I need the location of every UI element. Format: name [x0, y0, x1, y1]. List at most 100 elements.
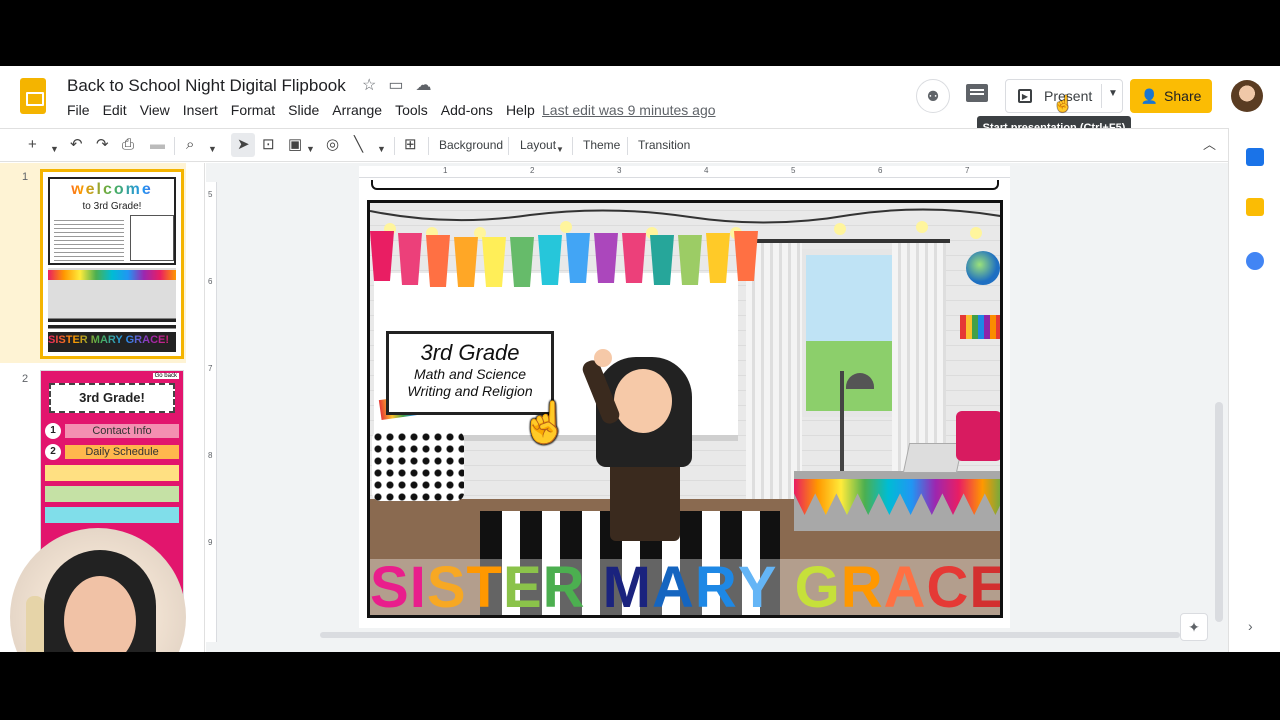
menu-view[interactable]: View — [140, 102, 170, 118]
cloud-icon[interactable]: ☁ — [415, 77, 431, 95]
avatar[interactable] — [1231, 80, 1263, 112]
paint-format-icon[interactable]: ▬ — [150, 136, 165, 154]
thumb-menu-item-3 — [45, 465, 179, 481]
tasks-icon[interactable] — [1246, 252, 1264, 270]
theme-button[interactable]: Theme — [583, 138, 620, 152]
desk-lamp-stand — [840, 371, 844, 471]
chevron-down-icon[interactable]: ▼ — [1108, 88, 1118, 99]
calendar-icon[interactable] — [1246, 148, 1264, 166]
toolbar-divider — [627, 137, 628, 155]
layout-dropdown-icon[interactable]: ▼ — [556, 141, 564, 159]
transition-button[interactable]: Transition — [638, 138, 690, 152]
slide-canvas[interactable]: 3rd Grade Math and Science Writing and R… — [359, 178, 1010, 628]
zoom-icon[interactable]: ⌕ — [186, 136, 194, 154]
name-letter: A — [883, 555, 927, 618]
new-slide-dropdown-icon[interactable]: ▼ — [50, 140, 59, 158]
line-dropdown-icon[interactable]: ▼ — [377, 140, 386, 158]
background-button[interactable]: Background — [439, 138, 503, 152]
pointing-hand-icon[interactable]: ☝ — [520, 399, 570, 446]
laptop-image — [902, 443, 964, 473]
line-icon[interactable]: ╲ — [354, 136, 363, 154]
share-button[interactable]: 👤 Share — [1130, 79, 1212, 113]
keep-icon[interactable] — [1246, 198, 1264, 216]
zoom-dropdown-icon[interactable]: ▼ — [208, 140, 217, 158]
slide-number-1: 1 — [22, 171, 29, 183]
title-actions: ☆ ▭ ☁ — [362, 77, 431, 95]
name-letter: S — [426, 555, 467, 618]
last-edit-link[interactable]: Last edit was 9 minutes ago — [542, 102, 716, 118]
image-dropdown-icon[interactable]: ▼ — [306, 140, 315, 158]
ruler-mark: 3 — [617, 166, 622, 175]
present-icon: ▶ — [1018, 89, 1032, 103]
menu-edit[interactable]: Edit — [103, 102, 127, 118]
ruler-mark: 7 — [208, 364, 213, 373]
text-box-icon[interactable]: ⊡ — [262, 136, 275, 154]
toolbar: + ▼ ↶ ↷ ⎙ ▬ ⌕ ▼ ➤ ⊡ ▣ ▼ ◎ ╲ ▼ ⊞ Backgrou… — [0, 128, 1228, 162]
menu-help[interactable]: Help — [506, 102, 535, 118]
name-letter: R — [840, 555, 884, 618]
teacher-name-title: SISTER MARY GRACE! — [370, 555, 1000, 618]
ruler-mark: 5 — [208, 190, 213, 199]
ruler-mark: 8 — [208, 451, 213, 460]
toolbar-divider — [508, 137, 509, 155]
comment-history-icon[interactable] — [966, 84, 988, 102]
ruler-mark: 2 — [530, 166, 535, 175]
horizontal-scrollbar[interactable] — [320, 632, 1180, 638]
redo-icon[interactable]: ↷ — [96, 136, 109, 154]
name-letter: M — [602, 555, 652, 618]
name-letter — [777, 557, 794, 615]
toolbar-divider — [572, 137, 573, 155]
print-icon[interactable]: ⎙ — [122, 136, 134, 154]
globe-image — [966, 251, 1000, 285]
folder-icon[interactable]: ▭ — [388, 77, 403, 95]
name-letter: T — [466, 555, 503, 618]
menu-tools[interactable]: Tools — [395, 102, 428, 118]
name-letter: C — [926, 555, 970, 618]
shape-icon[interactable]: ◎ — [326, 136, 339, 154]
side-panel — [1228, 128, 1280, 652]
vertical-scrollbar[interactable] — [1215, 402, 1223, 622]
undo-icon[interactable]: ↶ — [70, 136, 83, 154]
menu-file[interactable]: File — [67, 102, 90, 118]
name-letter: E — [969, 557, 1000, 616]
name-letter: Y — [737, 555, 778, 618]
toolbar-divider — [394, 137, 395, 155]
chevron-right-icon[interactable]: › — [1248, 618, 1253, 634]
thumb-menu-item: 1 Contact Info — [45, 423, 179, 439]
slide-thumbnail-1[interactable]: welcome to 3rd Grade! SISTER MARY GRACE! — [40, 169, 184, 359]
menu-insert[interactable]: Insert — [183, 102, 218, 118]
name-letter: R — [542, 555, 586, 618]
layout-button[interactable]: Layout — [520, 138, 556, 152]
slides-logo-icon[interactable] — [20, 78, 46, 114]
bitmoji-hand — [594, 349, 612, 367]
sign-subject-line-1: Math and Science — [413, 366, 527, 382]
image-icon[interactable]: ▣ — [288, 136, 302, 154]
ruler-mark: 9 — [208, 538, 213, 547]
thumb-item-number: 2 — [45, 444, 61, 460]
explore-button[interactable]: ✦ — [1180, 613, 1208, 641]
thumb-menu-item-5 — [45, 507, 179, 523]
ruler-mark: 5 — [791, 166, 796, 175]
menu-format[interactable]: Format — [231, 102, 275, 118]
share-label: Share — [1164, 88, 1202, 104]
star-icon[interactable]: ☆ — [362, 77, 376, 95]
select-cursor-icon[interactable]: ➤ — [237, 136, 250, 154]
menu-arrange[interactable]: Arrange — [332, 102, 382, 118]
document-title[interactable]: Back to School Night Digital Flipbook — [67, 76, 346, 96]
add-comment-icon[interactable]: ⊞ — [404, 136, 417, 154]
rainbow-tassel-garland — [370, 231, 758, 287]
letterbox-top — [0, 0, 1280, 66]
slide-number-2: 2 — [22, 373, 29, 385]
collapse-toolbar-icon[interactable]: ︿ — [1203, 136, 1216, 154]
thumb-tassels — [48, 270, 176, 280]
thumb-go-back: Go back — [152, 373, 179, 379]
new-slide-icon[interactable]: + — [28, 136, 37, 154]
menu-slide[interactable]: Slide — [288, 102, 319, 118]
meet-button[interactable]: ⚉ — [916, 79, 950, 113]
thumb-welcome-card: welcome to 3rd Grade! — [48, 177, 176, 265]
sign-title: 3rd Grade — [420, 340, 520, 365]
ruler-mark: 4 — [704, 166, 709, 175]
explore-icon: ✦ — [1188, 618, 1200, 635]
sign-subject-line-2: Writing and Religion — [407, 383, 533, 399]
menu-addons[interactable]: Add-ons — [441, 102, 493, 118]
